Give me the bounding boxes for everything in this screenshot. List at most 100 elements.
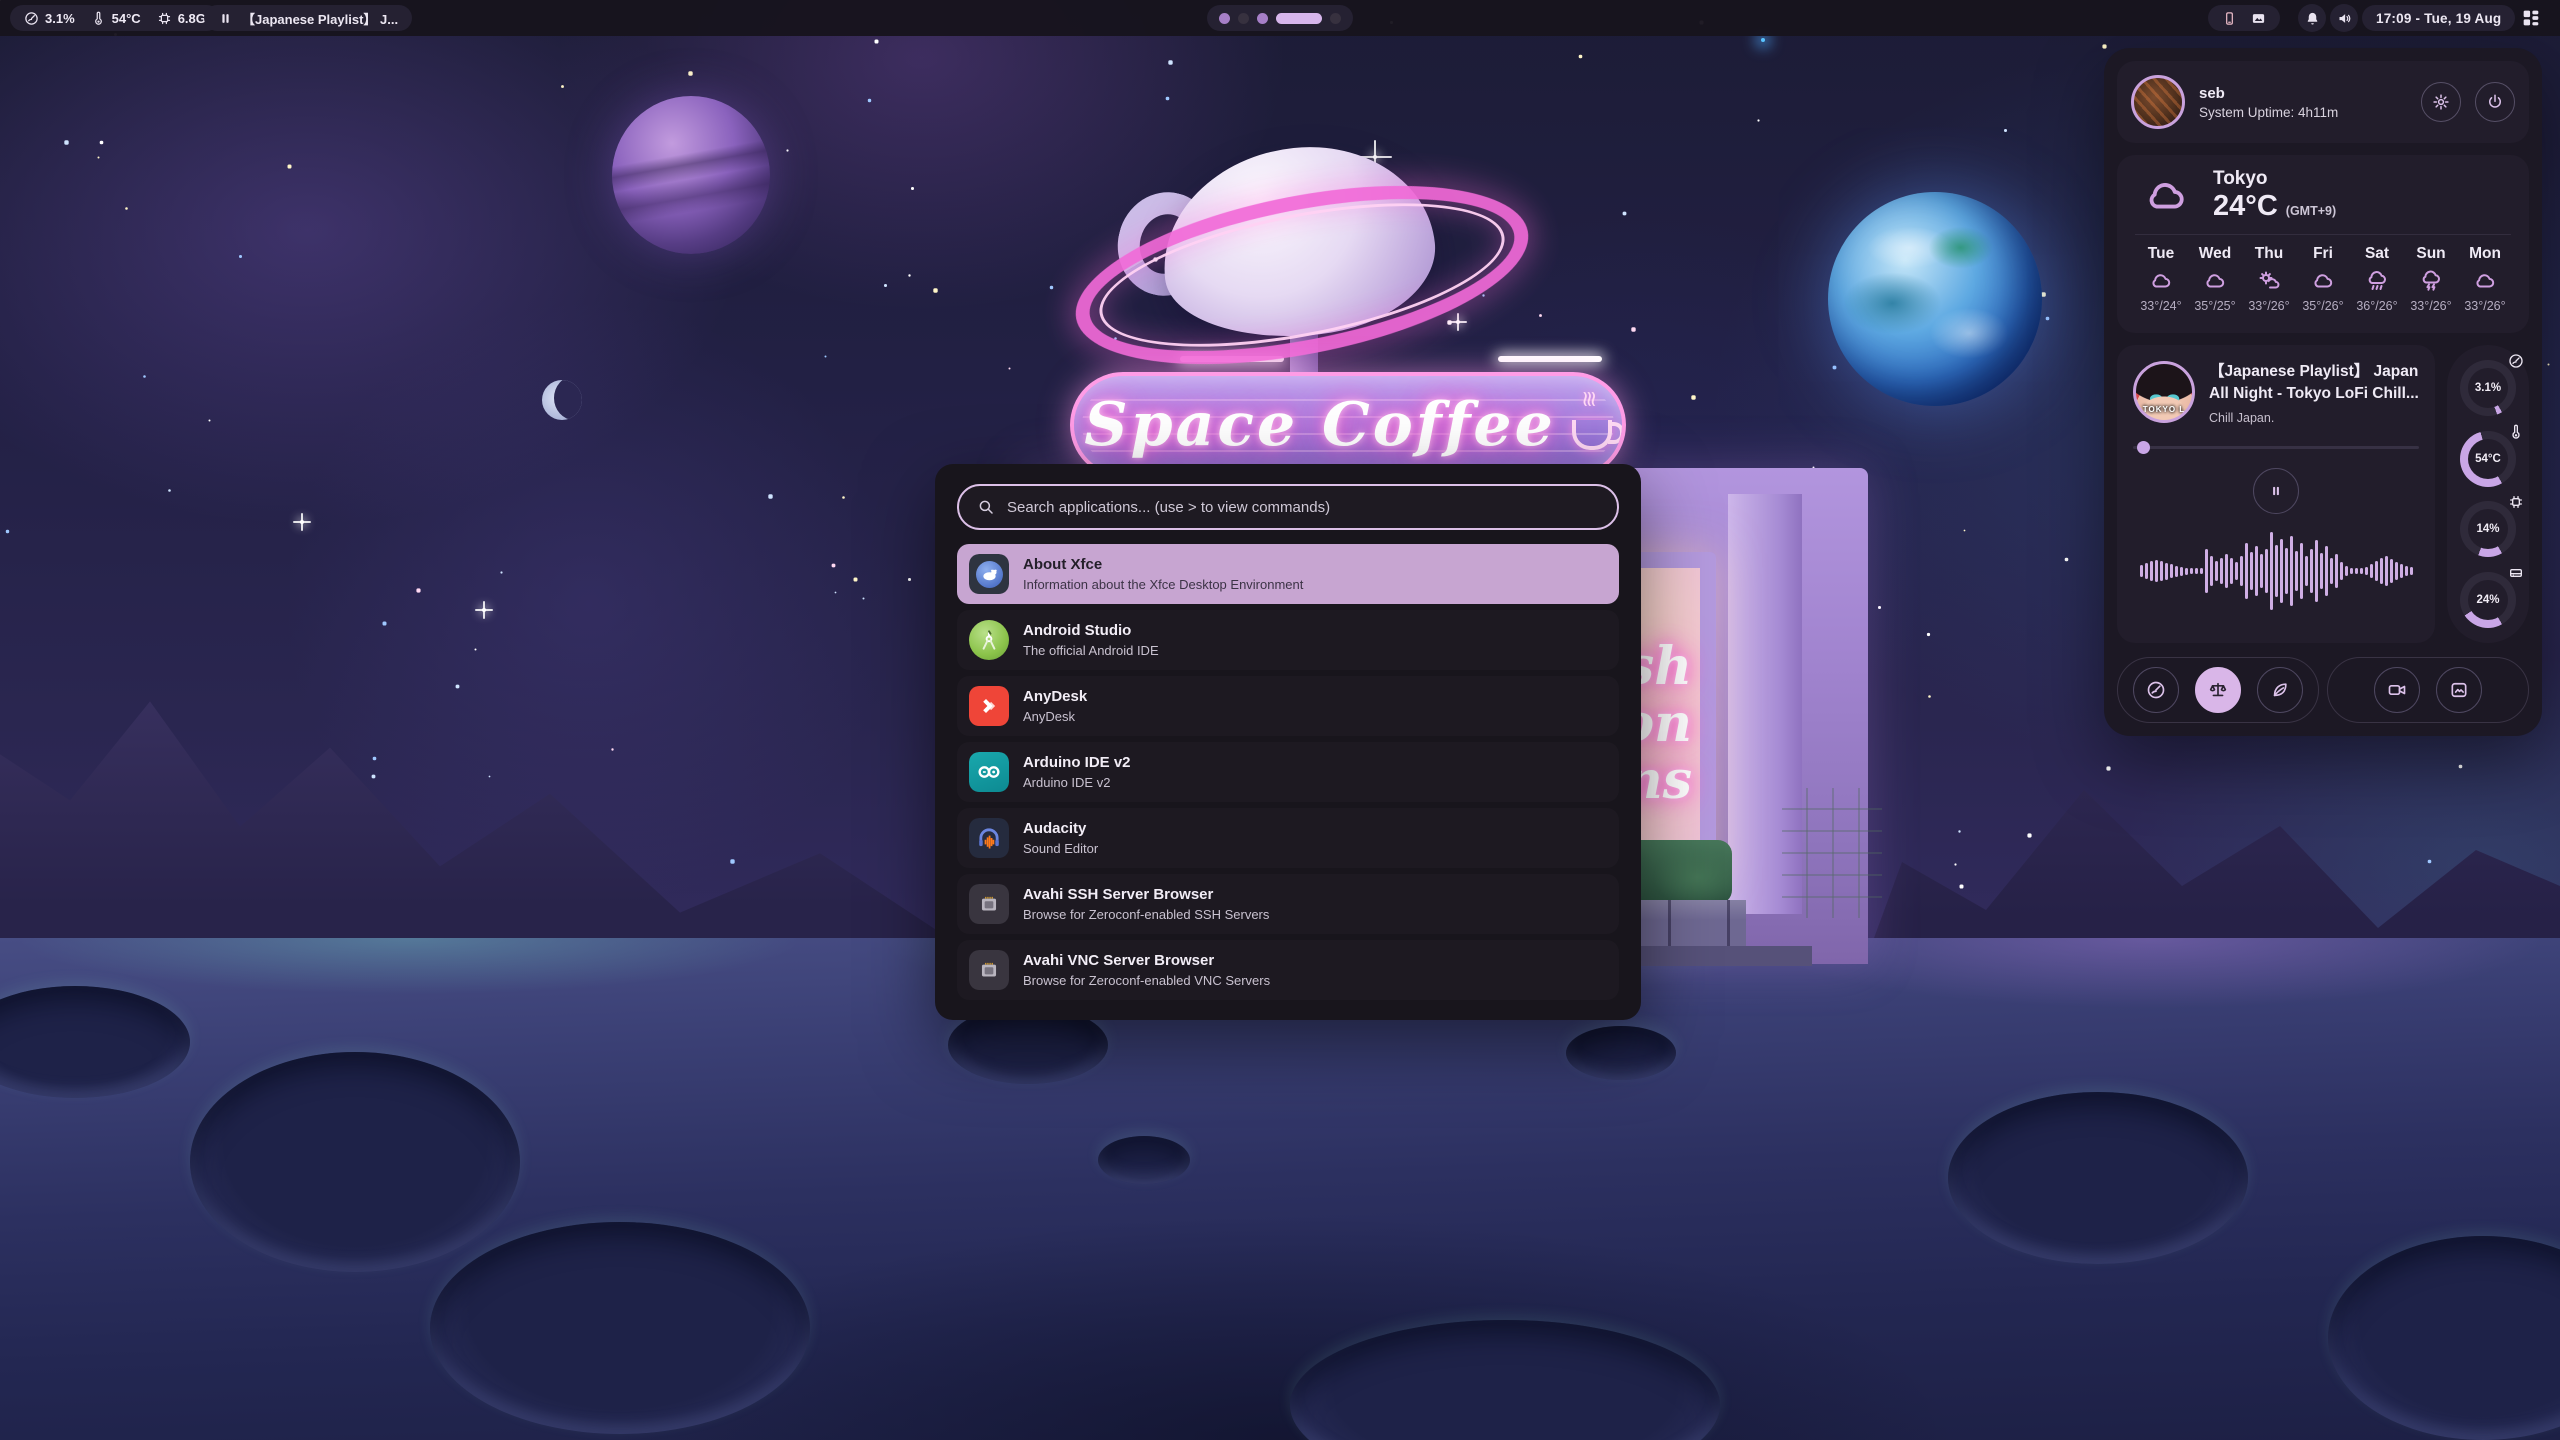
cloud-icon <box>2135 173 2197 219</box>
chip-icon <box>157 11 172 26</box>
now-playing-widget[interactable]: 【Japanese Playlist】 J... <box>204 5 412 31</box>
speedometer-icon <box>24 11 39 26</box>
workspace-dot-1[interactable] <box>1219 13 1230 24</box>
performance-mode-button[interactable] <box>2133 667 2179 713</box>
bell-icon <box>2305 11 2320 26</box>
temperature-stat: 54°C <box>91 11 141 26</box>
powersave-mode-button[interactable] <box>2257 667 2303 713</box>
user-card: seb System Uptime: 4h11m <box>2117 61 2529 143</box>
arduino-app-icon <box>969 752 1009 792</box>
user-name: seb <box>2199 85 2338 102</box>
album-art-text: TOKYO L <box>2136 405 2192 414</box>
forecast-day: Thu 33°/26° <box>2243 245 2295 313</box>
power-icon <box>2486 93 2504 111</box>
app-description: Browse for Zeroconf-enabled VNC Servers <box>1023 973 1270 988</box>
pause-icon <box>2269 484 2283 498</box>
forecast-temps: 36°/26° <box>2356 299 2397 313</box>
temperature-value: 54°C <box>112 11 141 26</box>
system-tray <box>2208 5 2280 31</box>
crater <box>1566 1026 1676 1080</box>
system-gauges-card: 3.1% 54°C 14% 24% <box>2447 345 2529 643</box>
workspace-dot-3[interactable] <box>1257 13 1268 24</box>
cpu-usage-stat: 3.1% <box>24 11 75 26</box>
app-row-audacity[interactable]: Audacity Sound Editor <box>957 808 1619 868</box>
anydesk-app-icon <box>969 686 1009 726</box>
crescent-moon <box>542 380 582 420</box>
roof-light <box>1498 356 1602 362</box>
workspace-indicator[interactable] <box>1207 5 1353 31</box>
avatar <box>2131 75 2185 129</box>
chip-icon <box>2508 494 2524 510</box>
cloud-icon <box>2472 269 2498 293</box>
forecast-day: Fri 35°/26° <box>2297 245 2349 313</box>
app-name: Avahi VNC Server Browser <box>1023 952 1270 971</box>
forecast-temps: 35°/25° <box>2194 299 2235 313</box>
memory-stat: 6.8G <box>157 11 206 26</box>
clock-widget[interactable]: 17:09 - Tue, 19 Aug <box>2362 5 2515 31</box>
earth-planet <box>1828 192 2042 406</box>
cpu-usage-value: 3.1% <box>45 11 75 26</box>
app-description: Browse for Zeroconf-enabled SSH Servers <box>1023 907 1269 922</box>
weather-temperature: 24°C <box>2213 190 2278 223</box>
audio-visualizer <box>2133 528 2419 614</box>
app-name: Arduino IDE v2 <box>1023 754 1131 773</box>
memory-gauge: 14% <box>2460 501 2516 557</box>
leaf-icon <box>2270 680 2290 700</box>
scales-icon <box>2208 680 2228 700</box>
app-row-about-xfce[interactable]: About Xfce Information about the Xfce De… <box>957 544 1619 604</box>
play-pause-button[interactable] <box>2253 468 2299 514</box>
workspace-dot-5[interactable] <box>1330 13 1341 24</box>
forecast-day-label: Sun <box>2416 245 2445 263</box>
app-row-avahi-vnc[interactable]: Avahi VNC Server Browser Browse for Zero… <box>957 940 1619 1000</box>
seek-track <box>2133 446 2419 449</box>
app-row-arduino[interactable]: Arduino IDE v2 Arduino IDE v2 <box>957 742 1619 802</box>
search-input[interactable] <box>1007 499 1599 516</box>
workspace-dot-2[interactable] <box>1238 13 1249 24</box>
seek-handle[interactable] <box>2137 441 2150 454</box>
forecast-day-label: Fri <box>2313 245 2333 263</box>
app-description: The official Android IDE <box>1023 643 1159 658</box>
sparkle-star <box>1456 320 1460 324</box>
app-row-anydesk[interactable]: AnyDesk AnyDesk <box>957 676 1619 736</box>
track-title: 【Japanese Playlist】 Japan All Night - To… <box>2209 361 2419 404</box>
quick-settings-group <box>2117 657 2319 723</box>
android-studio-app-icon <box>969 620 1009 660</box>
search-icon <box>977 498 995 516</box>
cloud-icon <box>2202 269 2228 293</box>
overview-grid-icon[interactable] <box>2520 7 2542 29</box>
album-art: TOKYO L <box>2133 361 2195 423</box>
seek-bar[interactable] <box>2133 441 2419 454</box>
screenshot-button[interactable] <box>2436 667 2482 713</box>
search-box[interactable] <box>957 484 1619 530</box>
app-row-avahi-ssh[interactable]: Avahi SSH Server Browser Browse for Zero… <box>957 874 1619 934</box>
avahi-app-icon <box>969 884 1009 924</box>
forecast-day: Wed 35°/25° <box>2189 245 2241 313</box>
clock-text: 17:09 - Tue, 19 Aug <box>2376 11 2501 26</box>
memory-value: 6.8G <box>178 11 206 26</box>
notifications-button[interactable] <box>2298 4 2326 32</box>
forecast-day-label: Wed <box>2199 245 2231 263</box>
thermometer-icon <box>91 11 106 26</box>
power-button[interactable] <box>2475 82 2515 122</box>
app-row-android-studio[interactable]: Android Studio The official Android IDE <box>957 610 1619 670</box>
audacity-app-icon <box>969 818 1009 858</box>
forecast-temps: 33°/24° <box>2140 299 2181 313</box>
phone-tray-icon[interactable] <box>2222 11 2237 26</box>
forecast-day: Tue 33°/24° <box>2135 245 2187 313</box>
balanced-mode-button[interactable] <box>2195 667 2241 713</box>
storm-icon <box>2418 269 2444 293</box>
image-tray-icon[interactable] <box>2251 11 2266 26</box>
crater <box>1098 1136 1190 1184</box>
purple-planet <box>612 96 770 254</box>
thermometer-icon <box>2508 424 2524 440</box>
settings-button[interactable] <box>2421 82 2461 122</box>
weather-timezone: (GMT+9) <box>2286 204 2336 218</box>
workspace-dot-4[interactable] <box>1276 13 1322 24</box>
weather-city: Tokyo <box>2213 169 2336 190</box>
screen-record-button[interactable] <box>2374 667 2420 713</box>
volume-button[interactable] <box>2330 4 2358 32</box>
app-list: About Xfce Information about the Xfce De… <box>957 544 1619 1000</box>
weather-card: Tokyo 24°C (GMT+9) Tue 33°/24° Wed 35°/2… <box>2117 155 2529 333</box>
speaker-icon <box>2337 11 2352 26</box>
xfce-app-icon <box>969 554 1009 594</box>
